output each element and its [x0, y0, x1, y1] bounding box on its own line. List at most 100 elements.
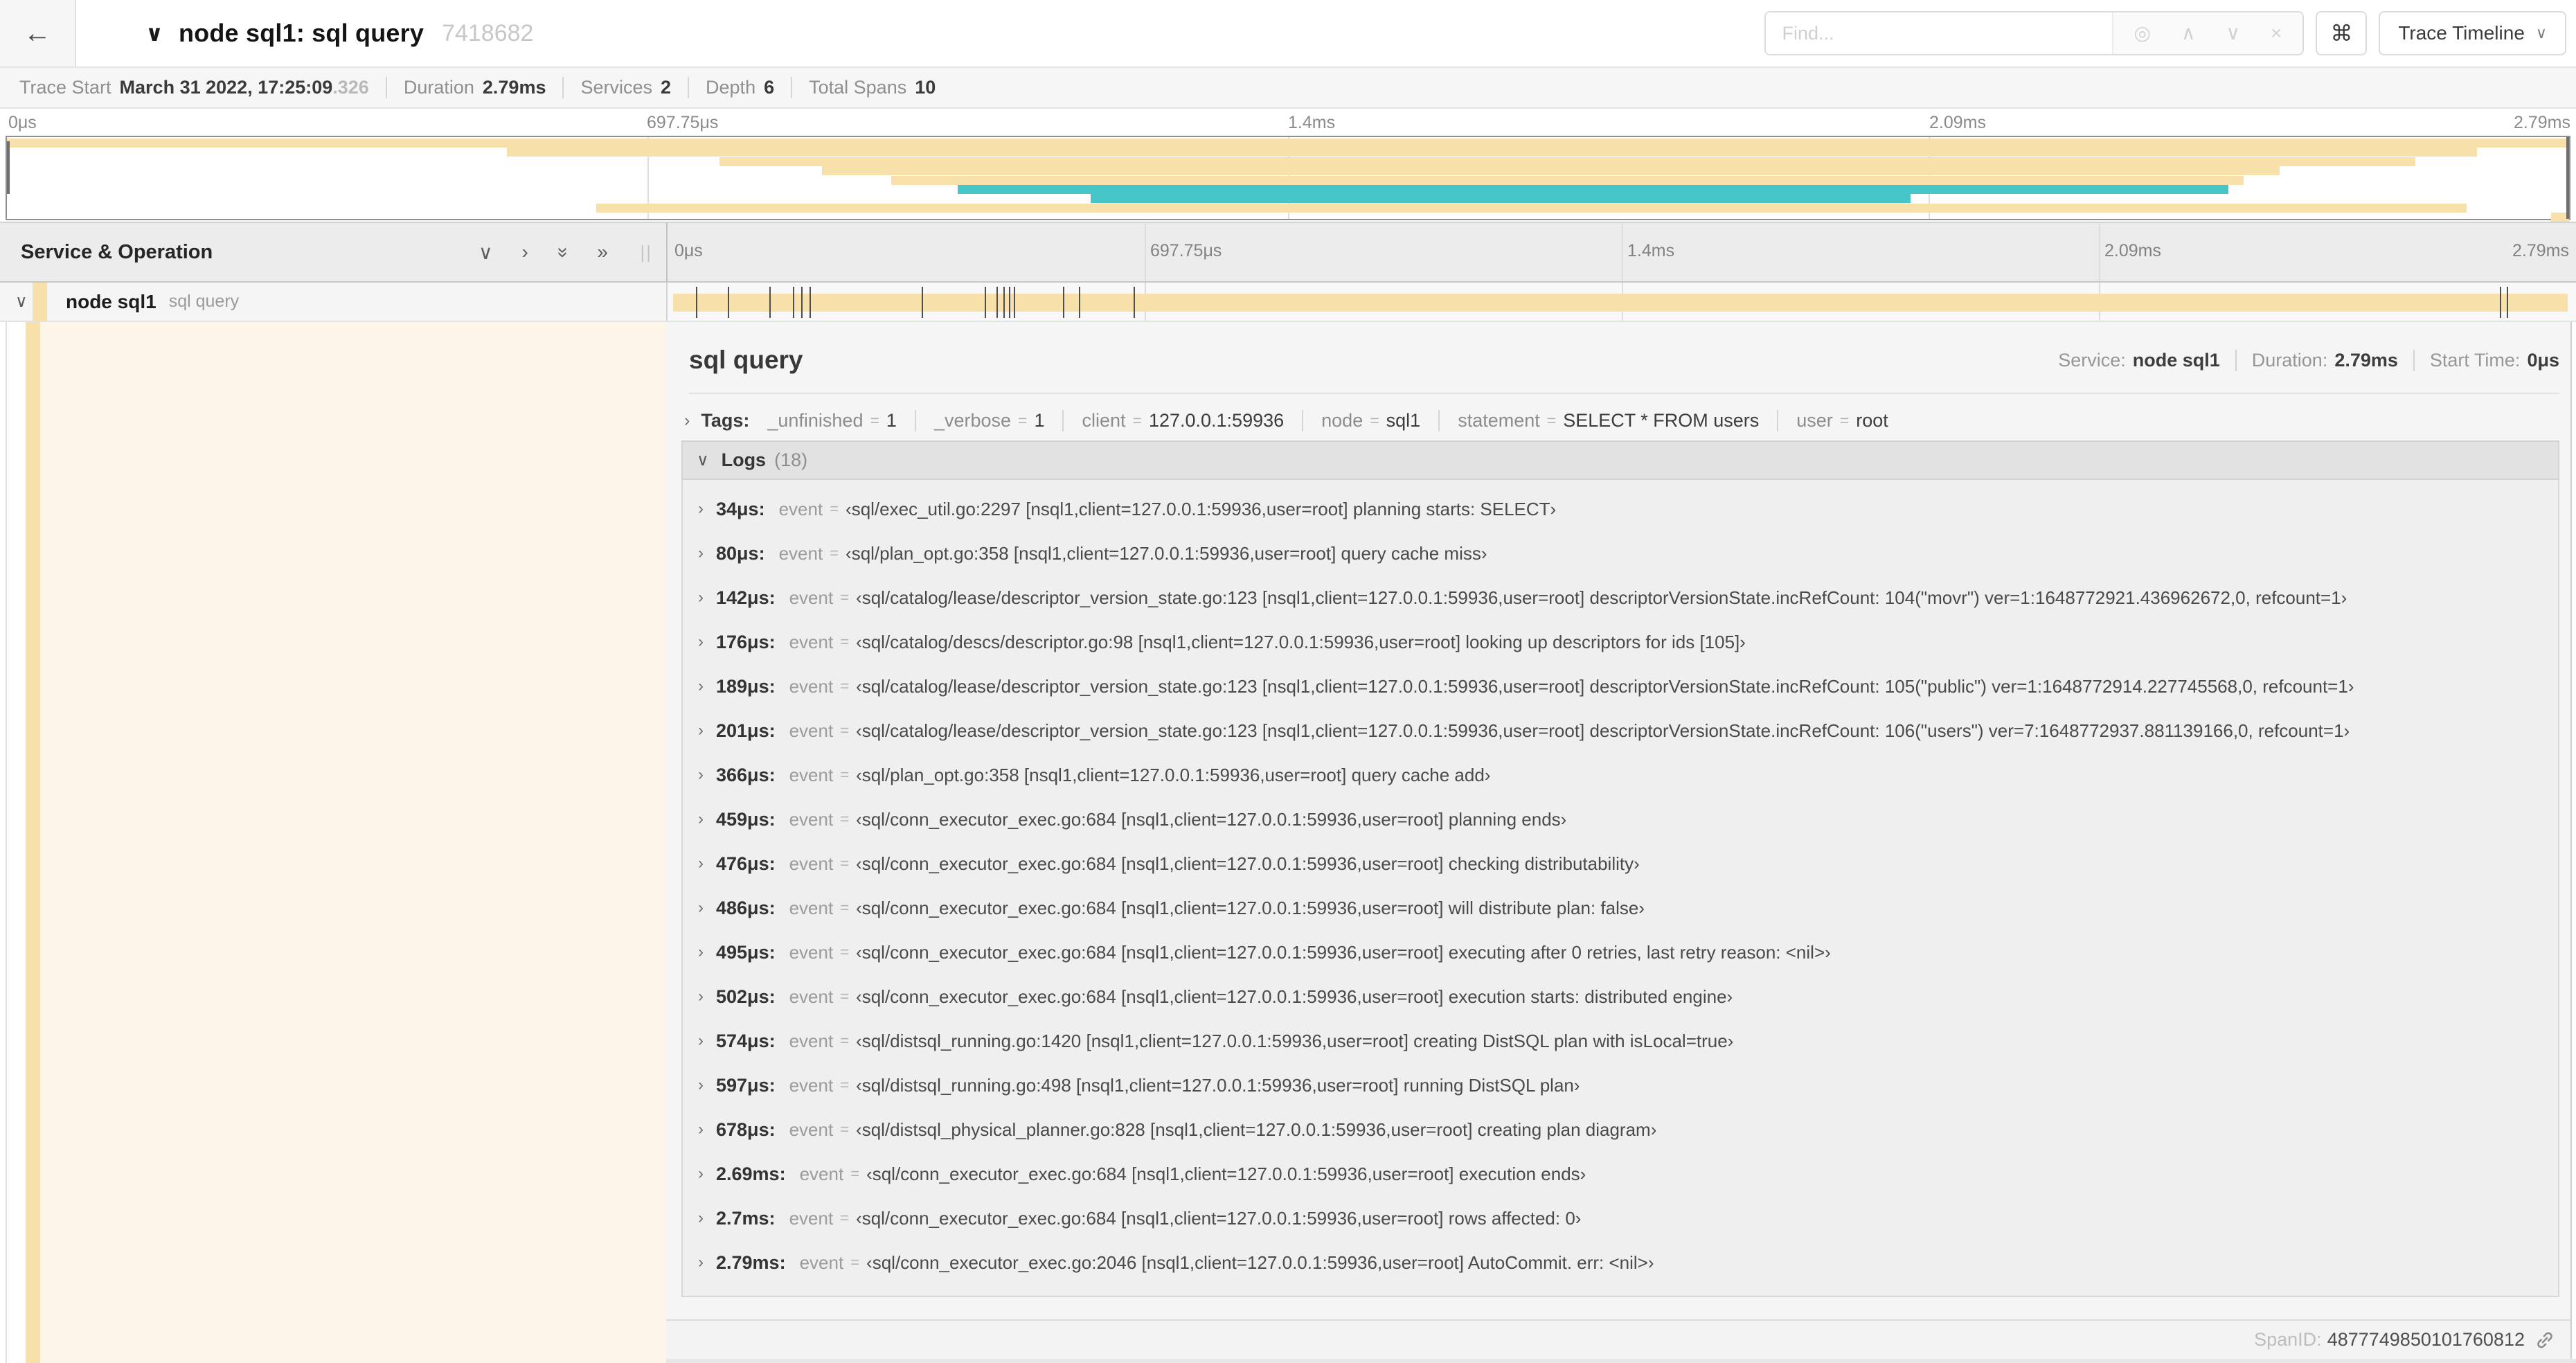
log-entry-row[interactable]: › 476μs: event = ‹sql/conn_executor_exec…: [683, 841, 2558, 886]
tags-accordion-header[interactable]: › Tags: _unfinished = 1 _verbose = 1 cli…: [681, 401, 2559, 440]
equals-sign: =: [840, 1121, 850, 1138]
log-entry-row[interactable]: › 459μs: event = ‹sql/conn_executor_exec…: [683, 797, 2558, 841]
tags-list: _unfinished = 1 _verbose = 1 client = 12…: [767, 409, 1888, 431]
log-marker-tick: [1133, 287, 1135, 318]
tag-item: statement = SELECT * FROM users: [1438, 409, 1760, 431]
chevron-right-icon: ›: [698, 677, 704, 695]
log-field-key: event: [799, 1163, 844, 1184]
log-marker-tick: [985, 287, 987, 318]
log-entry-row[interactable]: › 2.79ms: event = ‹sql/conn_executor_exe…: [683, 1240, 2558, 1285]
logs-accordion: ∨ Logs (18) › 34μs: event = ‹sql/exec_ut…: [681, 440, 2559, 1297]
log-field-value: ‹sql/distsql_running.go:1420 [nsql1,clie…: [856, 1030, 1734, 1051]
equals-sign: =: [840, 766, 850, 783]
log-entry-row[interactable]: › 486μs: event = ‹sql/conn_executor_exec…: [683, 886, 2558, 930]
range-scrubber-right[interactable]: [2566, 137, 2569, 219]
span-collapse-icon[interactable]: ∨: [15, 292, 28, 312]
log-entry-row[interactable]: › 142μs: event = ‹sql/catalog/lease/desc…: [683, 576, 2558, 620]
span-row[interactable]: ∨ node sql1 sql query: [0, 283, 2576, 322]
minimap-tick: 1.4ms: [1288, 113, 1336, 132]
log-field-key: event: [789, 1074, 834, 1096]
logs-accordion-header[interactable]: ∨ Logs (18): [681, 440, 2559, 480]
log-entry-row[interactable]: › 502μs: event = ‹sql/conn_executor_exec…: [683, 974, 2558, 1019]
top-bar: ← ∨ node sql1: sql query 7418682 ◎ ∧ ∨ ×…: [0, 0, 2576, 66]
log-entry-row[interactable]: › 597μs: event = ‹sql/distsql_running.go…: [683, 1063, 2558, 1107]
timeline-gridline: [1145, 223, 1146, 281]
log-entry-row[interactable]: › 2.69ms: event = ‹sql/conn_executor_exe…: [683, 1152, 2558, 1196]
next-result-icon[interactable]: ∨: [2226, 24, 2240, 43]
span-service-name: node sql1: [66, 290, 156, 312]
log-entry-row[interactable]: › 495μs: event = ‹sql/conn_executor_exec…: [683, 930, 2558, 974]
tag-key: _unfinished: [767, 409, 864, 431]
deep-link-icon[interactable]: [2534, 1330, 2555, 1351]
log-timestamp: 176μs:: [716, 631, 776, 652]
log-timestamp: 2.69ms:: [716, 1163, 786, 1184]
expand-all-icon[interactable]: »: [597, 241, 608, 264]
equals-sign: =: [840, 589, 850, 606]
log-timestamp: 189μs:: [716, 675, 776, 697]
find-input[interactable]: [1765, 12, 2112, 54]
log-entry-row[interactable]: › 678μs: event = ‹sql/distsql_physical_p…: [683, 1107, 2558, 1152]
collapse-all-icon[interactable]: »: [551, 247, 574, 258]
log-marker-tick: [696, 287, 698, 318]
summary-value: 6: [764, 77, 775, 98]
span-meta-label: Service:: [2058, 349, 2126, 371]
chevron-down-icon[interactable]: ∨: [697, 450, 709, 470]
column-resizer-handle[interactable]: ||: [640, 242, 652, 263]
back-button[interactable]: ←: [0, 0, 76, 66]
log-field-value: ‹sql/plan_opt.go:358 [nsql1,client=127.0…: [846, 542, 1487, 564]
equals-sign: =: [850, 1254, 860, 1271]
log-entry-row[interactable]: › 574μs: event = ‹sql/distsql_running.go…: [683, 1019, 2558, 1063]
tag-value: sql1: [1386, 409, 1421, 431]
span-duration-bar[interactable]: [673, 294, 2568, 312]
tag-value: SELECT * FROM users: [1563, 409, 1760, 431]
prev-result-icon[interactable]: ∧: [2181, 24, 2196, 43]
log-timestamp: 366μs:: [716, 764, 776, 785]
log-entry-row[interactable]: › 2.7ms: event = ‹sql/conn_executor_exec…: [683, 1196, 2558, 1240]
expand-one-icon[interactable]: ›: [522, 241, 528, 264]
trace-collapse-icon[interactable]: ∨: [145, 20, 163, 46]
log-field-key: event: [789, 808, 834, 830]
log-entry-row[interactable]: › 189μs: event = ‹sql/catalog/lease/desc…: [683, 664, 2558, 709]
equals-sign: =: [840, 899, 850, 916]
range-scrubber-left[interactable]: [7, 141, 10, 194]
log-timestamp: 486μs:: [716, 897, 776, 918]
equals-sign: =: [840, 988, 850, 1005]
log-field-value: ‹sql/catalog/lease/descriptor_version_st…: [856, 675, 2354, 697]
log-entry-row[interactable]: › 201μs: event = ‹sql/catalog/lease/desc…: [683, 709, 2558, 753]
log-field-value: ‹sql/plan_opt.go:358 [nsql1,client=127.0…: [856, 764, 1491, 785]
minimap-span-bar: [821, 166, 2280, 176]
log-marker-tick: [2500, 287, 2502, 318]
span-id-label: SpanID:: [2254, 1329, 2322, 1350]
minimap-canvas[interactable]: [6, 136, 2570, 222]
logs-footnote: Log timestamps are relative to the start…: [683, 1285, 2558, 1296]
clear-icon[interactable]: ×: [2271, 24, 2282, 43]
trace-id: 7418682: [442, 19, 534, 46]
log-field-key: event: [789, 675, 834, 697]
equals-sign: =: [840, 1032, 850, 1049]
log-entry-row[interactable]: › 366μs: event = ‹sql/plan_opt.go:358 [n…: [683, 753, 2558, 797]
minimap-span-bar: [957, 185, 2228, 194]
locate-icon[interactable]: ◎: [2134, 24, 2151, 43]
collapse-one-icon[interactable]: ∨: [478, 241, 493, 264]
summary-value: March 31 2022, 17:25:09: [119, 77, 333, 98]
log-field-key: event: [789, 764, 834, 785]
log-field-value: ‹sql/catalog/lease/descriptor_version_st…: [856, 587, 2347, 608]
log-entry-row[interactable]: › 176μs: event = ‹sql/catalog/descs/desc…: [683, 620, 2558, 664]
shortcuts-button[interactable]: ⌘: [2316, 11, 2368, 55]
log-marker-tick: [2506, 287, 2508, 318]
summary-value: 10: [915, 77, 936, 98]
equals-sign: =: [840, 810, 850, 828]
log-marker-tick: [801, 287, 803, 318]
span-color-strip: [33, 283, 47, 321]
log-entry-row[interactable]: › 80μs: event = ‹sql/plan_opt.go:358 [ns…: [683, 531, 2558, 576]
log-field-value: ‹sql/conn_executor_exec.go:684 [nsql1,cl…: [856, 853, 1640, 874]
log-entry-row[interactable]: › 34μs: event = ‹sql/exec_util.go:2297 […: [683, 487, 2558, 531]
command-icon: ⌘: [2330, 21, 2353, 46]
tag-value: 1: [1034, 409, 1045, 431]
log-rows: › 34μs: event = ‹sql/exec_util.go:2297 […: [683, 487, 2558, 1285]
chevron-right-icon[interactable]: ›: [684, 411, 690, 431]
log-field-value: ‹sql/conn_executor_exec.go:684 [nsql1,cl…: [856, 941, 1831, 963]
view-selector-button[interactable]: Trace Timeline ∨: [2379, 11, 2566, 55]
log-field-key: event: [789, 853, 834, 874]
span-operation-name: sql query: [168, 292, 240, 311]
